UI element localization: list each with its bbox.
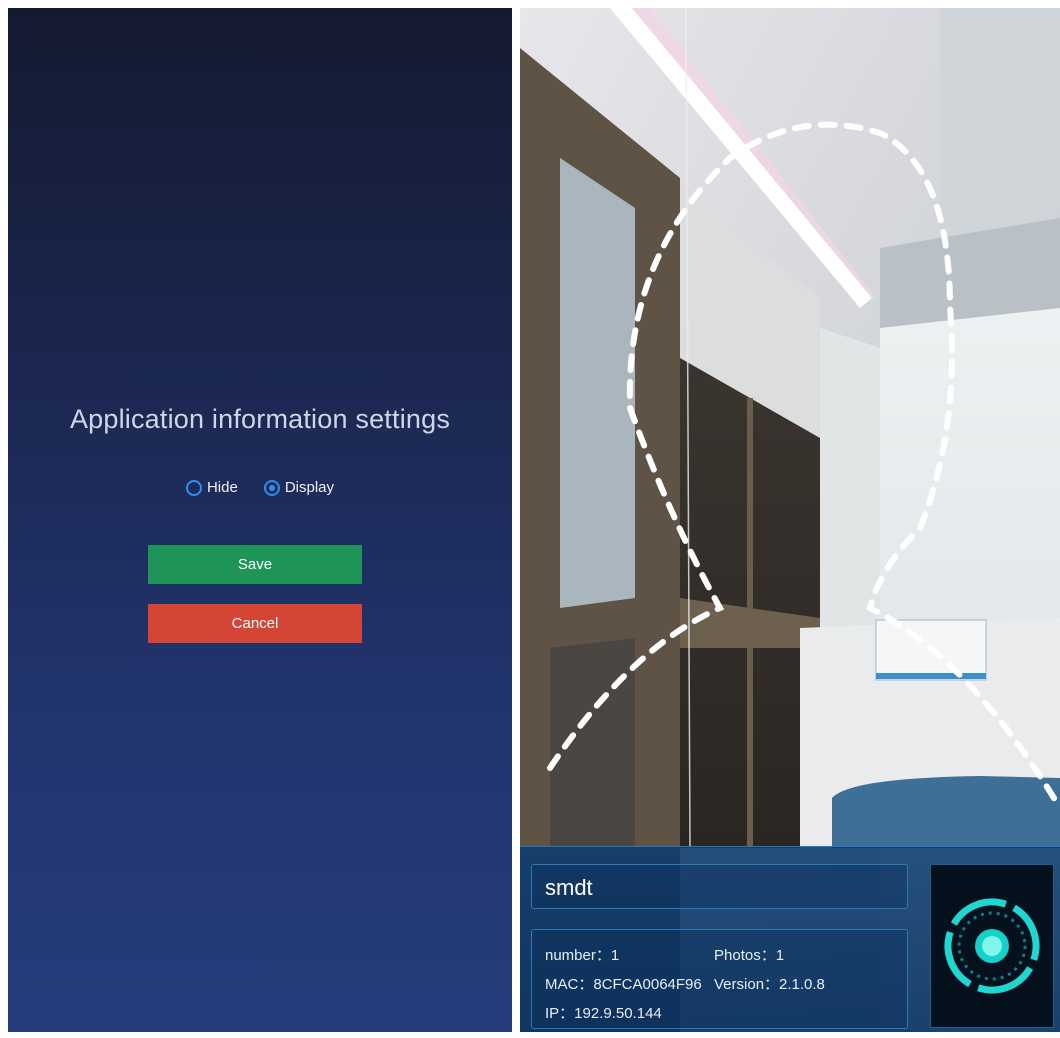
device-number: number：1 bbox=[545, 947, 620, 964]
radio-hide-label: Hide bbox=[206, 479, 238, 496]
radio-unchecked-icon bbox=[185, 479, 202, 496]
face-recognition-icon bbox=[944, 898, 1040, 994]
camera-panel: smdt number：1 Photos：1 MAC：8CFCA0064F96 … bbox=[520, 8, 1060, 1032]
device-name-field: smdt bbox=[531, 864, 908, 909]
device-version: Version：2.1.0.8 bbox=[714, 976, 825, 993]
window-pane-upper bbox=[560, 158, 635, 608]
visibility-radio-group: Hide Display bbox=[8, 479, 512, 496]
radio-display[interactable]: Display bbox=[263, 479, 335, 496]
save-button[interactable]: Save bbox=[148, 545, 362, 584]
radio-hide[interactable]: Hide bbox=[185, 479, 238, 496]
cancel-button[interactable]: Cancel bbox=[148, 604, 362, 643]
device-photos: Photos：1 bbox=[714, 947, 785, 964]
radio-display-label: Display bbox=[284, 479, 335, 496]
settings-title: Application information settings bbox=[69, 404, 451, 434]
device-details-box: number：1 Photos：1 MAC：8CFCA0064F96 Versi… bbox=[531, 929, 908, 1029]
device-info-panel: smdt number：1 Photos：1 MAC：8CFCA0064F96 … bbox=[520, 846, 1060, 1032]
device-ip: IP：192.9.50.144 bbox=[545, 1005, 662, 1022]
face-recognition-preview bbox=[930, 864, 1054, 1028]
settings-panel: Application information settings Hide Di… bbox=[8, 8, 512, 1032]
device-mac: MAC：8CFCA0064F96 bbox=[545, 976, 702, 993]
office-chair bbox=[832, 776, 1060, 848]
window-pane-lower bbox=[550, 638, 635, 848]
radio-checked-icon bbox=[263, 479, 280, 496]
name-card-strip bbox=[876, 673, 986, 679]
